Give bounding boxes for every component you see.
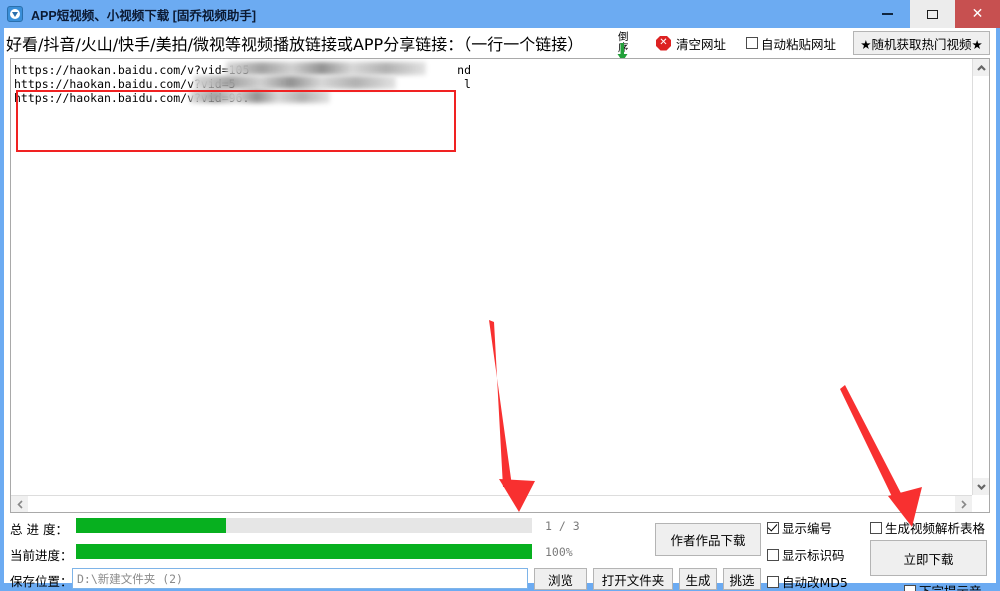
chevron-right-icon[interactable] [955,496,972,512]
generate-table-label: 生成视频解析表格 [885,521,986,536]
show-id-checkbox[interactable]: 显示标识码 [767,545,845,564]
maximize-button[interactable] [910,0,955,28]
url-text: https://haokan.baidu.com/v?vid=10 [14,63,243,77]
auto-md5-label: 自动改MD5 [782,575,848,590]
total-progress-bar [76,518,532,533]
chevron-left-icon[interactable] [11,496,28,512]
chevron-down-icon[interactable] [973,478,989,495]
total-progress-label: 总 进 度： [10,522,68,537]
current-progress-bar [76,544,532,559]
checkbox-box [870,521,882,534]
checkbox-box [767,575,779,588]
show-number-label: 显示编号 [782,521,833,536]
current-progress-label: 当前进度： [10,548,73,563]
app-logo-icon [7,6,23,22]
author-works-download-button[interactable]: 作者作品下载 [655,523,761,556]
checkbox-box [767,548,779,561]
save-path-label: 保存位置： [10,574,73,589]
url-list: https://haokan.baidu.com/v?vid=105xxxxxx… [14,62,471,105]
generate-table-checkbox[interactable]: 生成视频解析表格 [870,518,985,537]
random-hot-videos-button[interactable]: ★随机获取热门视频★ [853,31,990,55]
close-button[interactable]: ✕ [955,0,1000,28]
auto-md5-checkbox[interactable]: 自动改MD5 [767,572,848,591]
auto-paste-checkbox[interactable]: 自动粘贴网址 [746,28,836,58]
title-bar: APP短视频、小视频下载 [固乔视频助手] ✕ [0,0,1000,28]
checkbox-box [904,584,916,591]
checkbox-box [746,37,758,49]
clear-urls-label: 清空网址 [676,36,727,52]
show-id-label: 显示标识码 [782,548,845,563]
browse-button[interactable]: 浏览 [534,568,587,590]
current-progress-text: 100% [545,545,573,559]
finish-sound-checkbox[interactable]: 下完提示音 [904,581,982,591]
finish-sound-label: 下完提示音 [919,581,982,591]
chevron-up-icon[interactable] [973,59,989,76]
toolbar: 好看/抖音/火山/快手/美拍/微视等视频播放链接或APP分享链接：（一行一个链接… [4,28,996,62]
window-controls: ✕ [865,0,1000,28]
window-title: APP短视频、小视频下载 [固乔视频助手] [31,8,257,23]
list-item: https://haokan.baidu.com/v?vid=105xxxxxx… [14,62,471,77]
show-number-checkbox[interactable]: 显示编号 [767,518,832,537]
bottom-panel: 总 进 度： 1 / 3 当前进度： 100% 保存位置： 浏览 打开文件夹 生… [4,515,996,591]
list-item: https://haokan.baidu.com/v?vid=96.xxxxxx… [14,90,471,105]
scrollbar-corner [972,495,989,512]
horizontal-scrollbar[interactable] [11,495,972,512]
list-item: https://haokan.baidu.com/v?vid=5xxxxxxxx… [14,76,471,91]
client-area: 好看/抖音/火山/快手/美拍/微视等视频播放链接或APP分享链接：（一行一个链接… [4,28,996,591]
url-tail: l [464,77,471,91]
save-path-input[interactable] [72,568,528,589]
auto-paste-label: 自动粘贴网址 [761,36,837,52]
vertical-scrollbar[interactable] [972,59,989,495]
pick-button[interactable]: 挑选 [723,568,761,590]
clear-urls-button[interactable]: ✕ 清空网址 [656,28,726,58]
minimize-button[interactable] [865,0,910,28]
sort-reverse-button[interactable]: 倒 序 [617,28,629,62]
url-textarea[interactable]: https://haokan.baidu.com/v?vid=105xxxxxx… [10,58,990,513]
total-progress-text: 1 / 3 [545,519,580,533]
checkbox-box [767,521,779,534]
download-now-button[interactable]: 立即下载 [870,540,987,576]
open-folder-button[interactable]: 打开文件夹 [593,568,673,590]
generate-button[interactable]: 生成 [679,568,717,590]
red-octagon-close-icon: ✕ [656,35,671,51]
application-window: APP短视频、小视频下载 [固乔视频助手] ✕ 好看/抖音/火山/快手/美拍/微… [0,0,1000,591]
url-prompt-label: 好看/抖音/火山/快手/美拍/微视等视频播放链接或APP分享链接：（一行一个链接… [6,35,584,54]
url-tail: nd [457,63,471,77]
